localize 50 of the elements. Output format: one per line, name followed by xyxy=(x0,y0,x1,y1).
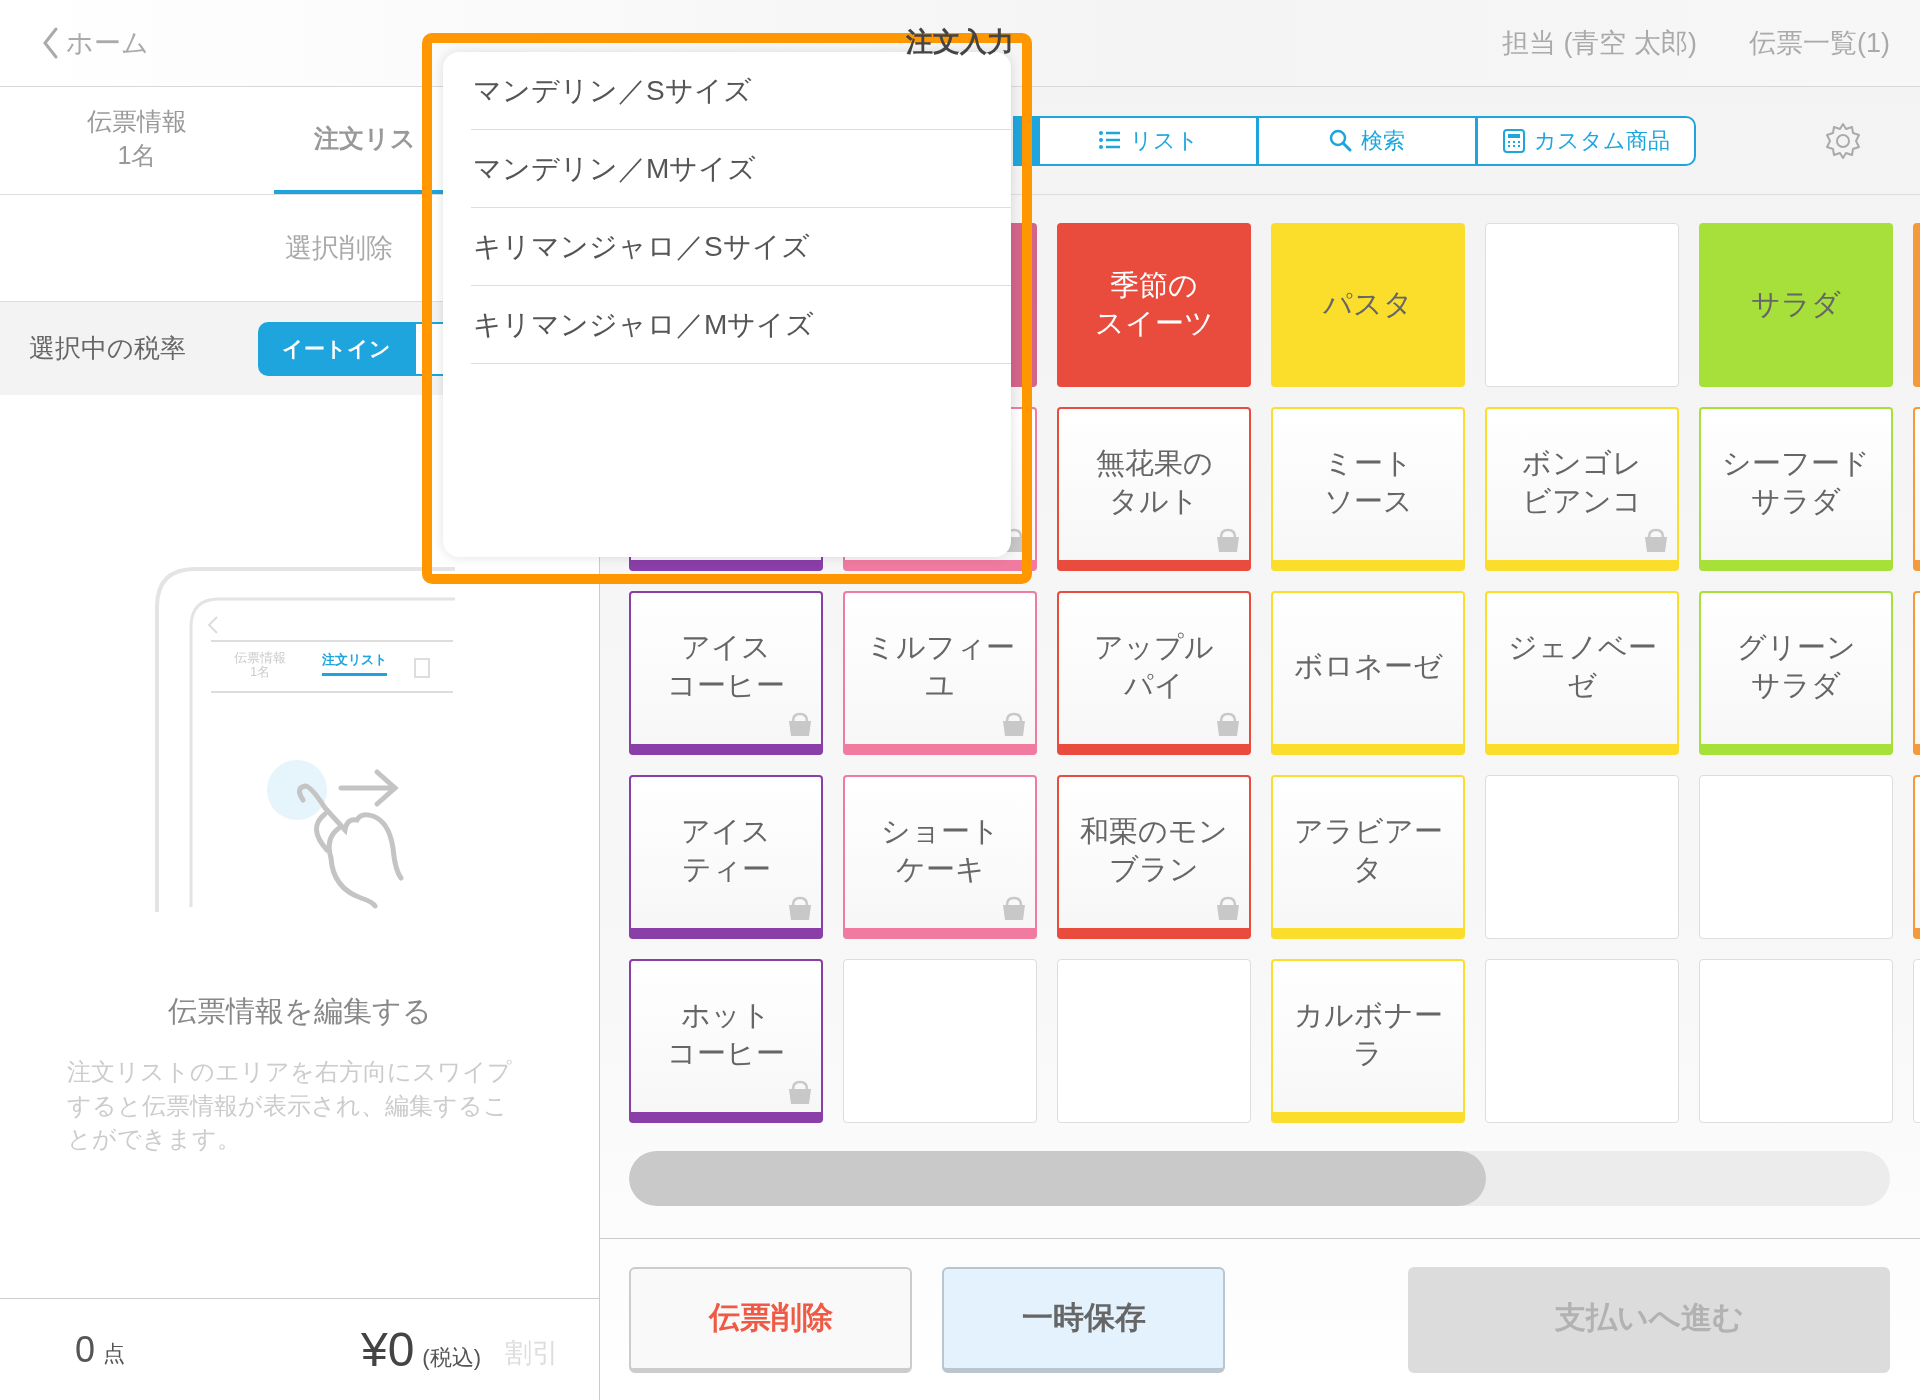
tax-included-note: (税込) xyxy=(422,1344,481,1372)
category-button[interactable]: 季節の スイーツ xyxy=(1057,223,1251,387)
menu-option[interactable]: キリマンジャロ／Sサイズ xyxy=(471,208,1011,286)
menu-option[interactable]: マンデリン／Mサイズ xyxy=(471,130,1011,208)
product-button[interactable]: ミート ソース xyxy=(1271,407,1465,571)
tab[interactable]: 伝票情報 1名 xyxy=(0,87,274,194)
action-button[interactable]: 一時保存 xyxy=(942,1267,1225,1373)
product-button[interactable]: シーフード サラダ xyxy=(1699,407,1893,571)
mini-tab-label: 注文リスト xyxy=(322,653,387,677)
bag-icon xyxy=(787,712,813,738)
tax-rate-label: 選択中の税率 xyxy=(29,332,187,365)
guide-title: 伝票情報を編集する xyxy=(167,994,433,1029)
view-tab[interactable]: 検索 xyxy=(1258,115,1477,166)
product-button[interactable]: 無花果の タルト xyxy=(1057,407,1251,571)
product-button[interactable]: アイス コーヒー xyxy=(629,591,823,755)
view-tab[interactable]: カスタム商品 xyxy=(1477,115,1696,166)
back-chevron-icon xyxy=(40,26,60,60)
count-unit: 点 xyxy=(103,1340,126,1368)
product-button[interactable]: カルボナー ラ xyxy=(1271,959,1465,1123)
bag-icon xyxy=(1001,712,1027,738)
product-button[interactable]: ボンゴレ ビアンコ xyxy=(1485,407,1679,571)
bag-icon xyxy=(1215,528,1241,554)
product-button[interactable]: ホット コーヒー xyxy=(629,959,823,1123)
bag-icon xyxy=(787,1080,813,1106)
category-button[interactable]: パスタ xyxy=(1271,223,1465,387)
bag-icon xyxy=(787,896,813,922)
search-icon xyxy=(1329,128,1353,153)
product-button[interactable]: アイス ティー xyxy=(629,775,823,939)
item-count: 0 xyxy=(75,1327,96,1372)
bag-icon xyxy=(1001,896,1027,922)
product-button[interactable]: アラビアー タ xyxy=(1271,775,1465,939)
product-button[interactable]: ミルフィー ユ xyxy=(843,591,1037,755)
bag-icon xyxy=(1643,528,1669,554)
category-button[interactable]: サラダ xyxy=(1699,223,1893,387)
product-button[interactable]: ジェノベー ゼ xyxy=(1485,591,1679,755)
view-tab[interactable]: リスト xyxy=(1039,115,1258,166)
product-button[interactable]: 和栗のモン ブラン xyxy=(1057,775,1251,939)
settings-icon[interactable] xyxy=(1823,120,1863,161)
calculator-icon xyxy=(1502,128,1526,153)
product-button[interactable]: アップル パイ xyxy=(1057,591,1251,755)
total-amount: ¥0 xyxy=(360,1321,415,1378)
tax-rate-option[interactable]: イートイン xyxy=(258,321,414,376)
action-button[interactable]: 伝票削除 xyxy=(629,1267,912,1373)
bag-icon xyxy=(1215,896,1241,922)
bag-icon xyxy=(1215,712,1241,738)
swipe-hand-icon xyxy=(265,758,405,910)
product-button[interactable]: グリーン サラダ xyxy=(1699,591,1893,755)
product-button[interactable]: ショート ケーキ xyxy=(843,775,1037,939)
product-button[interactable]: ボロネーゼ xyxy=(1271,591,1465,755)
menu-option[interactable]: キリマンジャロ／Mサイズ xyxy=(471,286,1011,364)
